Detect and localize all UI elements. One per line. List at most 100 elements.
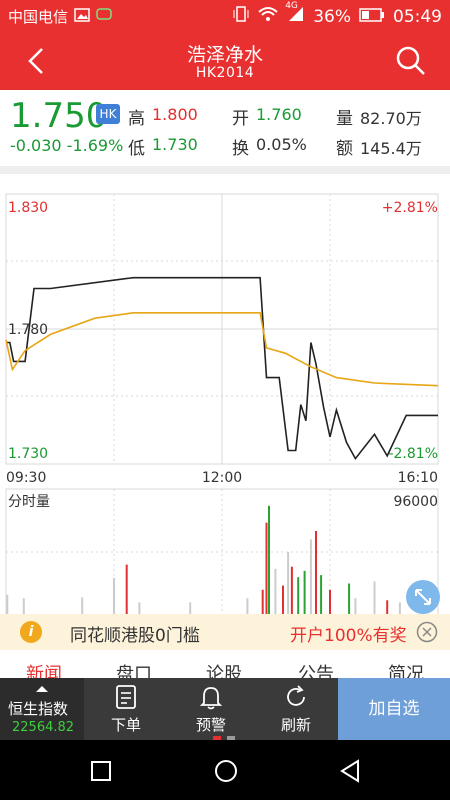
y-label-high: 1.830 — [8, 200, 48, 216]
bell-icon — [199, 687, 223, 710]
promo-text: 同花顺港股0门槛 — [70, 626, 200, 646]
home-button[interactable] — [213, 758, 239, 784]
wifi-icon — [257, 5, 279, 28]
volume-bar — [386, 600, 389, 615]
promo-banner[interactable]: i 同花顺港股0门槛 开户100%有奖 — [0, 614, 450, 650]
index-value: 22564.82 — [12, 720, 75, 735]
network-type-label: 4G — [285, 1, 298, 11]
volume-bar — [125, 564, 128, 615]
stock-code: HK2014 — [195, 65, 255, 81]
info-tabs: 新闻 盘口 论股 公告 简况 — [0, 650, 450, 678]
low-value: 1.730 — [152, 135, 198, 154]
turnover-value: 0.05% — [256, 135, 307, 154]
volume-max-label: 96000 — [393, 494, 438, 510]
search-icon — [396, 46, 425, 75]
change-percent: -1.69% — [66, 136, 124, 155]
price-change: -0.030 -1.69% — [10, 136, 123, 155]
close-banner-button[interactable] — [416, 621, 438, 643]
add-watchlist-button[interactable]: 加自选 — [338, 678, 450, 740]
alert-button[interactable]: 预警 — [168, 678, 254, 740]
high-label: 高 — [128, 109, 145, 129]
low-label: 低 — [128, 139, 145, 159]
volume-title: 分时量 — [8, 494, 50, 510]
search-button[interactable] — [394, 44, 428, 78]
volume-bar — [282, 585, 284, 615]
turnover-label: 换 — [232, 139, 249, 159]
volume-bar — [246, 598, 249, 615]
volume-bar — [274, 568, 277, 615]
x-label-close: 16:10 — [398, 470, 438, 486]
volume-bar — [287, 552, 290, 615]
battery-percent: 36% — [313, 6, 351, 27]
volume-bar — [297, 577, 300, 615]
volume-bar — [329, 589, 331, 615]
close-icon — [416, 621, 438, 643]
quote-panel: 1.750 HK -0.030 -1.69% 高 1.800 低 1.730 开… — [0, 90, 450, 162]
intraday-chart-area[interactable]: 1.830 1.780 1.730 +2.81% -2.81% 09:30 12… — [0, 174, 450, 616]
alert-label: 预警 — [195, 716, 226, 734]
info-icon: i — [20, 621, 42, 643]
index-ticker[interactable]: 恒生指数 22564.82 — [0, 678, 84, 740]
change-value: -0.030 — [10, 136, 62, 155]
volume-bar — [6, 594, 9, 615]
volume-bar — [303, 570, 306, 615]
tab-order-book[interactable]: 盘口 — [116, 660, 152, 678]
y-label-low: 1.730 — [8, 446, 48, 462]
last-price: 1.750 — [10, 96, 108, 136]
tab-discussion[interactable]: 论股 — [206, 660, 242, 678]
high-value: 1.800 — [152, 105, 198, 124]
volume-bar — [354, 598, 357, 615]
order-icon — [116, 685, 136, 709]
volume-bar — [138, 602, 141, 615]
carrier-label: 中国电信 — [8, 8, 69, 26]
open-label: 开 — [232, 109, 249, 129]
stock-header: 浩泽净水 HK2014 — [0, 32, 450, 90]
index-name: 恒生指数 — [8, 700, 69, 718]
order-button[interactable]: 下单 — [84, 678, 168, 740]
refresh-button[interactable]: 刷新 — [254, 678, 338, 740]
volume-bar — [290, 566, 293, 615]
volume-bar — [268, 505, 270, 615]
volume-bar — [315, 531, 317, 615]
vibrate-icon — [233, 5, 249, 28]
volume-bar — [373, 581, 376, 615]
tab-profile[interactable]: 简况 — [388, 660, 424, 678]
volume-bar — [398, 602, 401, 615]
refresh-label: 刷新 — [280, 716, 311, 734]
image-icon — [74, 7, 90, 26]
volume-bar — [22, 598, 25, 615]
tab-news[interactable]: 新闻 — [26, 660, 62, 678]
volume-bar — [348, 583, 351, 615]
status-bar: 中国电信 4G 36% 05:49 — [0, 0, 450, 32]
back-nav-button[interactable] — [338, 758, 362, 784]
clock: 05:49 — [393, 6, 442, 27]
message-icon — [96, 7, 112, 26]
market-badge: HK — [96, 104, 120, 124]
pct-label-low: -2.81% — [388, 446, 438, 462]
volume-bar — [265, 522, 268, 615]
volume-label: 量 — [336, 109, 353, 129]
x-label-open: 09:30 — [6, 470, 46, 486]
section-divider — [0, 166, 450, 174]
chevron-up-icon — [36, 686, 48, 692]
fullscreen-button[interactable] — [406, 580, 440, 614]
expand-icon — [415, 589, 431, 605]
amount-value: 145.4万 — [360, 139, 422, 158]
volume-bar — [81, 597, 84, 615]
stock-name: 浩泽净水 — [186, 44, 263, 66]
x-label-noon: 12:00 — [202, 470, 242, 486]
tab-announcements[interactable]: 公告 — [298, 660, 334, 678]
volume-bar — [320, 575, 323, 615]
battery-icon — [359, 7, 385, 27]
signal-icon: 4G — [285, 1, 305, 28]
volume-bar — [113, 578, 115, 615]
volume-bar — [309, 539, 312, 615]
refresh-icon — [287, 685, 305, 706]
volume-bar — [189, 602, 192, 615]
bottom-toolbar: 恒生指数 22564.82 下单 预警 刷新 加自选 — [0, 678, 450, 740]
volume-value: 82.70万 — [360, 109, 422, 128]
recent-apps-button[interactable] — [90, 760, 112, 782]
promo-cta[interactable]: 开户100%有奖 — [290, 621, 407, 646]
system-navigation-bar — [0, 740, 450, 800]
order-label: 下单 — [110, 716, 141, 734]
